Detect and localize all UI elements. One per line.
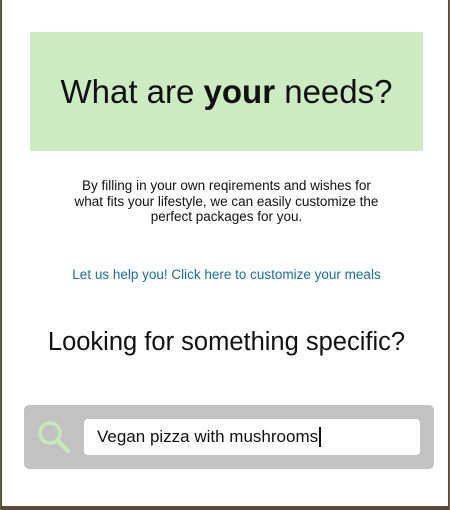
intro-line: what fits your lifestyle, we can easily …	[74, 193, 379, 209]
hero-title-start: What are	[60, 72, 204, 110]
search-input[interactable]: Vegan pizza with mushrooms	[84, 419, 420, 455]
hero-title-end: needs?	[275, 72, 393, 110]
hero-title: What are your needs?	[60, 73, 392, 111]
search-heading: Looking for something specific?	[47, 328, 406, 356]
intro-text: By filling in your own reqirements and w…	[50, 178, 403, 225]
intro-line: perfect packages for you.	[150, 209, 303, 224]
hero-title-emphasis: your	[203, 72, 276, 110]
search-bar: Vegan pizza with mushrooms	[24, 405, 434, 469]
intro-line: By filling in your own reqirements and w…	[82, 178, 371, 193]
search-input-value: Vegan pizza with mushrooms	[97, 427, 319, 446]
hero-banner: What are your needs?	[30, 32, 423, 151]
customize-meals-link[interactable]: Let us help you! Click here to customize…	[30, 267, 423, 282]
text-cursor	[319, 427, 321, 447]
search-icon[interactable]	[36, 419, 72, 455]
content-card: What are your needs? By filling in your …	[2, 0, 448, 506]
